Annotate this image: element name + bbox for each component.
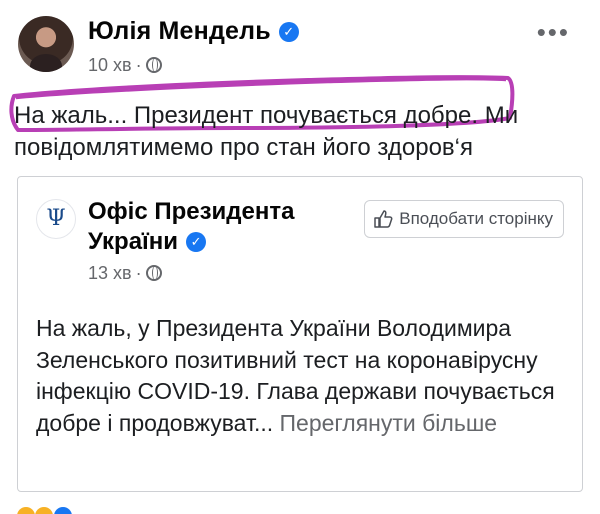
meta-separator: · — [135, 263, 142, 283]
more-options-icon[interactable]: ••• — [537, 19, 570, 45]
verified-badge-icon: ✓ — [278, 22, 299, 42]
reactions-row[interactable] — [17, 507, 72, 514]
author-name[interactable]: Юлія Мендель — [88, 17, 271, 45]
globe-icon[interactable] — [145, 265, 162, 281]
post-text: На жаль... Президент почувається добре. … — [14, 102, 519, 161]
thumbs-up-icon — [373, 209, 393, 229]
shared-post-card[interactable]: Офіс Президента України✓ Вподобати сторі… — [17, 176, 583, 492]
wow-reaction-icon — [35, 507, 54, 514]
author-avatar[interactable] — [18, 16, 74, 72]
page-logo[interactable] — [36, 199, 76, 239]
author-name-row: Юлія Мендель ✓ — [88, 17, 299, 46]
haha-reaction-icon — [17, 507, 35, 514]
like-page-button[interactable]: Вподобати сторінку — [364, 200, 564, 238]
shared-meta: 13 хв · — [88, 263, 162, 284]
verified-badge-icon: ✓ — [186, 232, 207, 252]
page-name-row: Офіс Президента України ✓ — [88, 197, 338, 257]
see-more-link[interactable]: Переглянути більше — [280, 410, 498, 436]
like-page-label: Вподобати сторінку — [399, 209, 553, 228]
shared-text: На жаль, у Президента України Володимира… — [36, 313, 566, 439]
like-reaction-icon — [53, 507, 72, 514]
shared-time[interactable]: 13 хв — [88, 263, 132, 283]
